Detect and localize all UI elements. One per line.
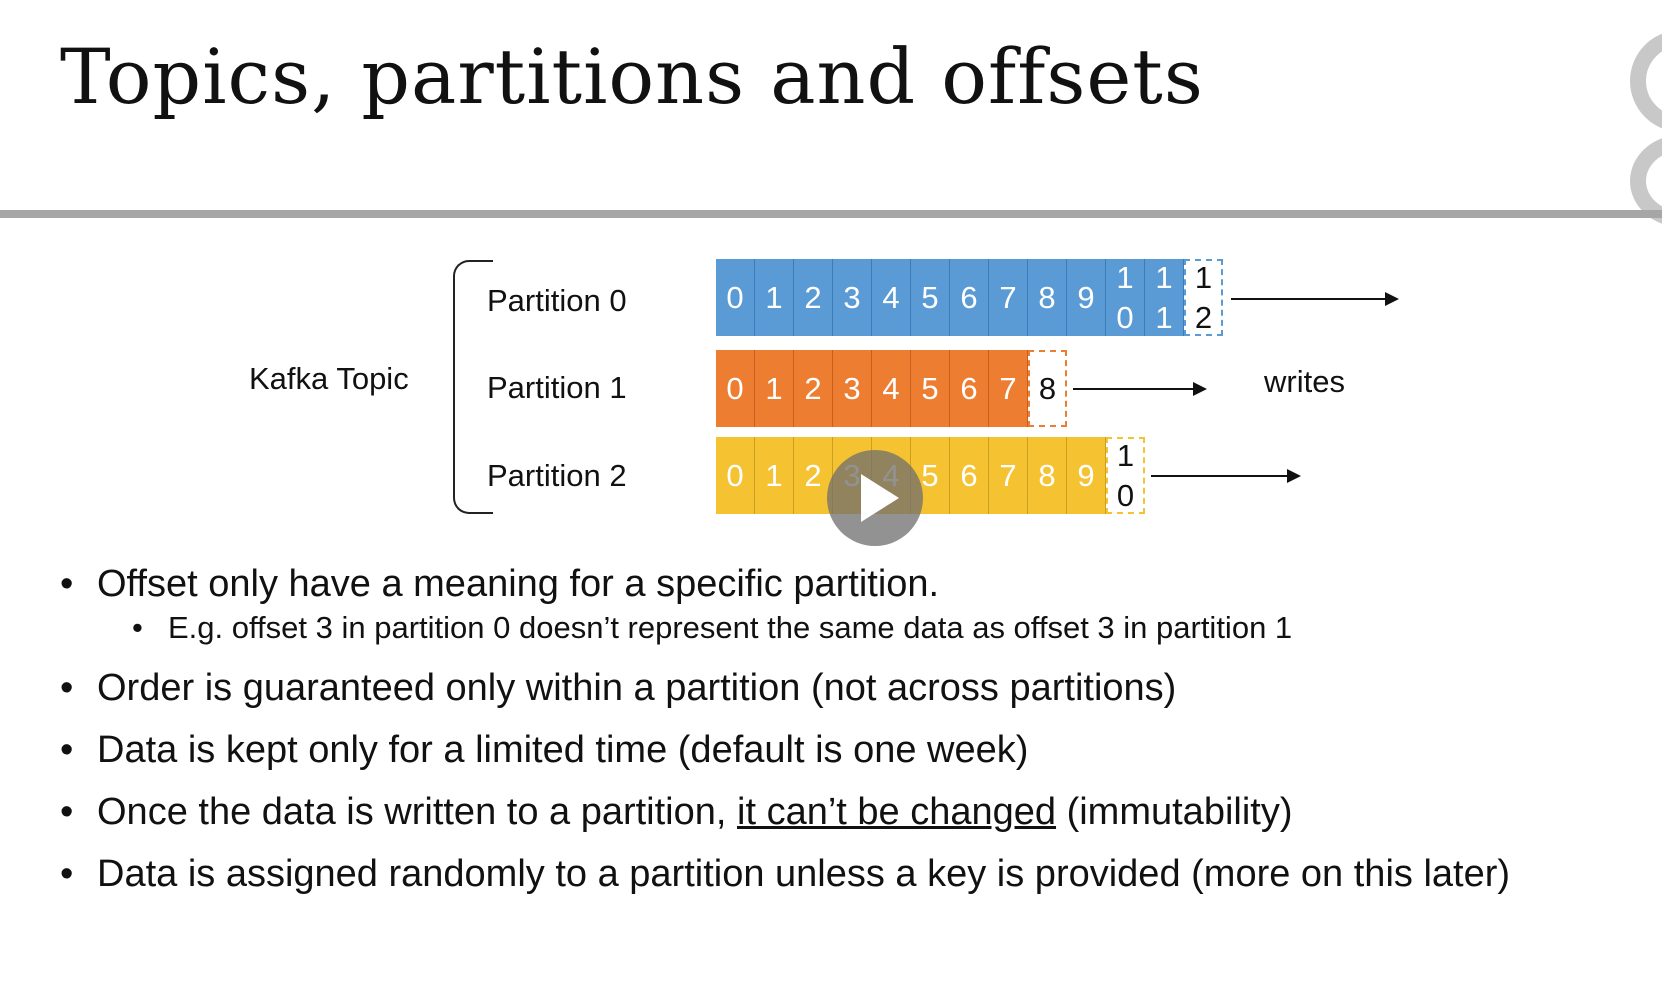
bullet-item: Order is guaranteed only within a partit… [60,666,1660,710]
partition-label: Partition 0 [487,283,627,318]
bullet-list: Offset only have a meaning for a specifi… [60,562,1660,896]
bullet-item: Offset only have a meaning for a specifi… [60,562,1660,606]
offset-cell: 1 [755,259,794,336]
offset-cell: 8 [1028,437,1067,514]
next-offset-cell: 1 2 [1184,259,1223,336]
offset-cell: 1 1 [1145,259,1184,336]
offset-cell: 8 [1028,259,1067,336]
sub-bullet-item: E.g. offset 3 in partition 0 doesn’t rep… [60,610,1660,646]
bullet-item: Data is kept only for a limited time (de… [60,728,1660,772]
bullet-item: Data is assigned randomly to a partition… [60,852,1660,896]
offset-cell: 4 [872,350,911,427]
offset-cell: 6 [950,437,989,514]
play-button[interactable] [827,450,923,546]
next-offset-cell: 1 0 [1106,437,1145,514]
partition-0-log: 01234567891 01 11 2 [716,259,1223,336]
title-divider [0,210,1662,218]
write-arrow [1231,292,1399,306]
writes-label: writes [1264,364,1345,399]
offset-cell: 2 [794,259,833,336]
offset-cell: 1 [755,350,794,427]
underlined-text: it can’t be changed [737,791,1057,833]
offset-cell: 0 [716,259,755,336]
offset-cell: 1 [755,437,794,514]
bullet-item: Once the data is written to a partition,… [60,790,1660,834]
offset-cell: 2 [794,350,833,427]
offset-cell: 5 [911,350,950,427]
write-arrow [1151,469,1301,483]
offset-cell: 3 [833,350,872,427]
offset-cell: 7 [989,437,1028,514]
offset-cell: 5 [911,259,950,336]
offset-cell: 0 [716,437,755,514]
offset-cell: 9 [1067,259,1106,336]
offset-cell: 6 [950,350,989,427]
partition-label: Partition 2 [487,458,627,493]
partition-1-log: 012345678 [716,350,1067,427]
offset-cell: 7 [989,350,1028,427]
offset-cell: 7 [989,259,1028,336]
offset-cell: 0 [716,350,755,427]
offset-cell: 9 [1067,437,1106,514]
next-offset-cell: 8 [1028,350,1067,427]
kafka-topic-label: Kafka Topic [249,361,409,396]
play-icon [861,474,899,522]
offset-cell: 4 [872,259,911,336]
partition-2-log: 01234567891 0 [716,437,1145,514]
offset-cell: 1 0 [1106,259,1145,336]
offset-cell: 6 [950,259,989,336]
slide-title: Topics, partitions and offsets [60,32,1204,121]
bullet-text: Once the data is written to a partition, [97,791,727,833]
decorative-ring [1630,30,1662,132]
bullet-text: (immutability) [1056,791,1293,833]
write-arrow [1073,382,1207,396]
partition-label: Partition 1 [487,370,627,405]
offset-cell: 3 [833,259,872,336]
